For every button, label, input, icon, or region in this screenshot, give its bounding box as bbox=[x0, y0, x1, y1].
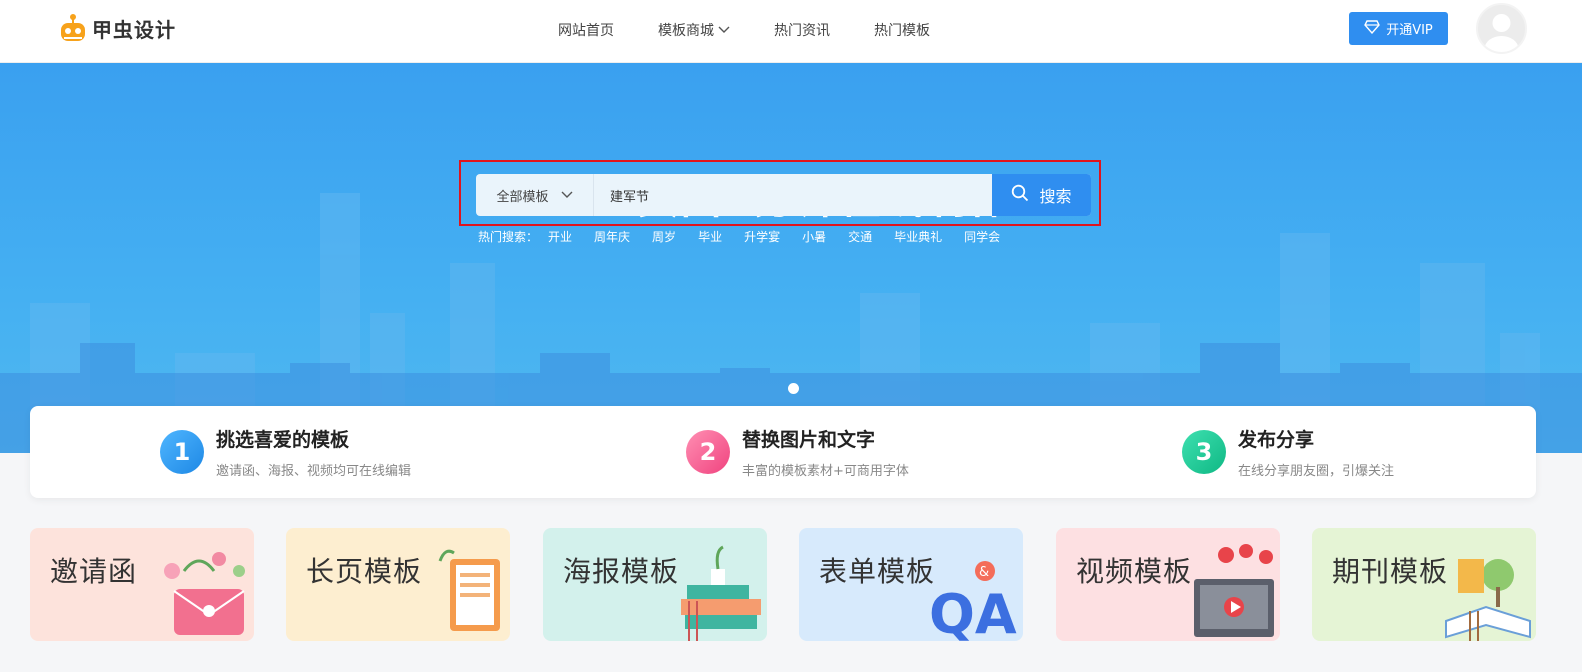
hot-search-item[interactable]: 毕业 bbox=[698, 228, 722, 245]
nav-template-mall-label: 模板商城 bbox=[658, 23, 714, 39]
vip-label: 开通VIP bbox=[1386, 23, 1433, 38]
svg-text:QA: QA bbox=[929, 583, 1017, 641]
card-label: 海报模板 bbox=[563, 555, 680, 588]
hot-search-item[interactable]: 升学宴 bbox=[744, 228, 780, 245]
card-poster[interactable]: 海报模板 bbox=[543, 528, 767, 641]
diamond-icon bbox=[1364, 19, 1381, 38]
beetle-logo-icon bbox=[58, 12, 88, 44]
site-logo[interactable]: 甲虫设计 bbox=[58, 12, 176, 44]
step-description: 邀请函、海报、视频均可在线编辑 bbox=[216, 464, 412, 479]
nav-hot-templates-label: 热门模板 bbox=[874, 23, 930, 39]
qa-icon: & QA bbox=[929, 561, 1017, 641]
search-button-label: 搜索 bbox=[1039, 187, 1072, 206]
nav-hot-news-label: 热门资讯 bbox=[774, 23, 830, 39]
nav-hot-templates[interactable]: 热门模板 bbox=[874, 20, 930, 40]
hot-search-item[interactable]: 开业 bbox=[548, 228, 572, 245]
main-nav: 网站首页 模板商城 热门资讯 热门模板 bbox=[558, 20, 974, 40]
nav-home[interactable]: 网站首页 bbox=[558, 20, 614, 40]
chevron-down-icon bbox=[561, 188, 573, 203]
document-stack-icon bbox=[438, 549, 500, 631]
envelope-flowers-icon bbox=[164, 552, 245, 635]
hot-search-item[interactable]: 周岁 bbox=[652, 228, 676, 245]
step-description: 在线分享朋友圈，引爆关注 bbox=[1238, 464, 1395, 479]
svg-text:&: & bbox=[979, 565, 989, 580]
open-book-tree-icon bbox=[1445, 559, 1531, 641]
step-title: 发布分享 bbox=[1238, 429, 1315, 451]
user-silhouette-icon bbox=[1484, 14, 1519, 52]
search-bar: 全部模板 搜索 bbox=[476, 174, 1091, 216]
nav-home-label: 网站首页 bbox=[558, 23, 614, 39]
step-description: 丰富的模板素材+可商用字体 bbox=[742, 464, 909, 479]
search-button[interactable]: 搜索 bbox=[992, 174, 1091, 216]
step-number-badge: 2 bbox=[686, 430, 730, 474]
nav-hot-news[interactable]: 热门资讯 bbox=[774, 20, 830, 40]
card-label: 长页模板 bbox=[306, 555, 423, 588]
hot-search-item[interactable]: 小暑 bbox=[802, 228, 826, 245]
card-label: 邀请函 bbox=[50, 555, 138, 588]
hot-search-item[interactable]: 周年庆 bbox=[594, 228, 630, 245]
step-2: 2 替换图片和文字 丰富的模板素材+可商用字体 bbox=[686, 406, 909, 498]
card-form[interactable]: 表单模板 & QA bbox=[799, 528, 1023, 641]
card-label: 表单模板 bbox=[819, 555, 936, 588]
carousel-dot[interactable] bbox=[788, 383, 799, 394]
card-magazine[interactable]: 期刊模板 bbox=[1312, 528, 1536, 641]
hot-search-label: 热门搜索： bbox=[478, 230, 539, 244]
steps-card: 1 挑选喜爱的模板 邀请函、海报、视频均可在线编辑 2 替换图片和文字 丰富的模… bbox=[30, 406, 1536, 498]
template-category-select[interactable]: 全部模板 bbox=[476, 174, 594, 216]
step-number-badge: 1 bbox=[160, 430, 204, 474]
template-category-cards: 邀请函 长页模板 海报模板 表单模板 & QA 视频模板 期刊模板 bbox=[30, 528, 1536, 641]
chevron-down-icon bbox=[718, 22, 730, 38]
card-label: 视频模板 bbox=[1076, 555, 1193, 588]
category-select-label: 全部模板 bbox=[496, 189, 549, 205]
nav-template-mall[interactable]: 模板商城 bbox=[658, 20, 730, 40]
logo-text: 甲虫设计 bbox=[92, 17, 176, 42]
step-number-badge: 3 bbox=[1182, 430, 1226, 474]
books-plant-icon bbox=[681, 545, 761, 641]
user-avatar[interactable] bbox=[1476, 3, 1527, 54]
card-video[interactable]: 视频模板 bbox=[1056, 528, 1280, 641]
open-vip-button[interactable]: 开通VIP bbox=[1349, 12, 1448, 45]
step-3: 3 发布分享 在线分享朋友圈，引爆关注 bbox=[1182, 406, 1394, 498]
video-player-icon bbox=[1194, 544, 1274, 637]
step-title: 挑选喜爱的模板 bbox=[216, 429, 350, 451]
step-1: 1 挑选喜爱的模板 邀请函、海报、视频均可在线编辑 bbox=[160, 406, 411, 498]
hot-search-item[interactable]: 同学会 bbox=[964, 228, 1000, 245]
hot-search-item[interactable]: 交通 bbox=[848, 228, 872, 245]
card-invitation[interactable]: 邀请函 bbox=[30, 528, 254, 641]
card-label: 期刊模板 bbox=[1332, 555, 1449, 588]
hero-banner: H5页面3分钟在线制作 bbox=[0, 63, 1582, 453]
hot-searches: 热门搜索： 开业 周年庆 周岁 毕业 升学宴 小暑 交通 毕业典礼 同学会 bbox=[478, 228, 1022, 245]
top-header: 甲虫设计 网站首页 模板商城 热门资讯 热门模板 开通VIP bbox=[0, 0, 1582, 63]
search-icon bbox=[1011, 184, 1029, 206]
step-title: 替换图片和文字 bbox=[742, 429, 876, 451]
card-long-page[interactable]: 长页模板 bbox=[286, 528, 510, 641]
hot-search-item[interactable]: 毕业典礼 bbox=[894, 228, 942, 245]
search-input[interactable] bbox=[596, 174, 988, 216]
